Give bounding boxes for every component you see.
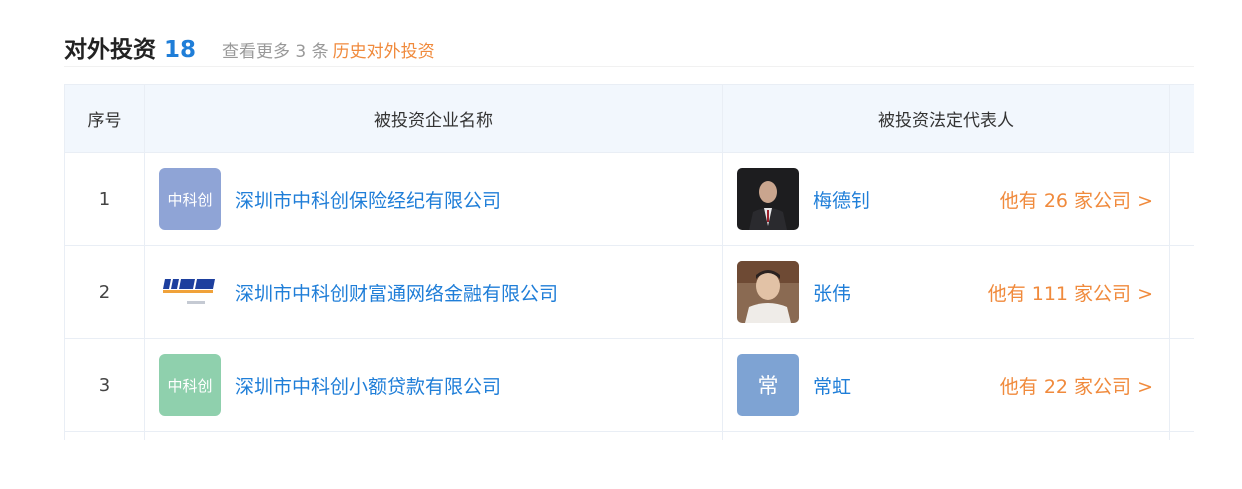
company-logo [159,261,221,323]
table-row: 3 中科创 深圳市中科创小额贷款有限公司 常 常虹 他有 22 家公司 > [64,338,1194,432]
row-index: 3 [64,338,145,432]
person-company-count-link[interactable]: 他有 22 家公司 > [1000,372,1153,399]
company-cell: 中科创 深圳市中科创小额贷款有限公司 [144,338,723,432]
legal-rep-cell: 张伟 他有 111 家公司 > [722,245,1170,339]
person-company-count-link[interactable]: 他有 111 家公司 > [988,279,1153,306]
section-header: 对外投资 18 查看更多 3 条 历史对外投资 [64,30,435,63]
view-more-text: 查看更多 3 条 [222,42,329,62]
column-header-extra [1169,84,1194,153]
legal-rep-cell: 常 常虹 他有 22 家公司 > [722,338,1170,432]
investment-section: 对外投资 18 查看更多 3 条 历史对外投资 序号 被投资企业名称 被投资法定… [0,0,1242,489]
row-index: 2 [64,245,145,339]
column-header-company: 被投资企业名称 [144,84,723,153]
company-logo: 中科创 [159,168,221,230]
row-index: 1 [64,152,145,246]
legal-rep-cell: 梅德钊 他有 26 家公司 > [722,152,1170,246]
person-name-link[interactable]: 张伟 [813,279,851,306]
extra-cell [1169,338,1194,432]
history-investment-link[interactable]: 历史对外投资 [333,37,435,62]
row-index [64,431,145,440]
company-name-link[interactable]: 深圳市中科创保险经纪有限公司 [235,186,501,213]
person-name-link[interactable]: 梅德钊 [813,186,870,213]
person-photo-avatar[interactable] [737,168,799,230]
person-company-count-link[interactable]: 他有 26 家公司 > [1000,186,1153,213]
table-row: 2 深圳市中科创财富通网络金融有限公司 张伟 他有 111 家公司 > [64,245,1194,339]
table-header-row: 序号 被投资企业名称 被投资法定代表人 [64,84,1194,153]
divider [64,66,1194,67]
company-name-link[interactable]: 深圳市中科创财富通网络金融有限公司 [235,279,558,306]
company-cell: 中科创 深圳市中科创保险经纪有限公司 [144,152,723,246]
table-row-partial [64,431,1194,440]
extra-cell [1169,431,1194,440]
extra-cell [1169,245,1194,339]
company-cell [144,431,723,440]
person-photo-avatar[interactable] [737,261,799,323]
company-cell: 深圳市中科创财富通网络金融有限公司 [144,245,723,339]
company-logo: 中科创 [159,354,221,416]
extra-cell [1169,152,1194,246]
investment-count: 18 [164,37,197,63]
table-row: 1 中科创 深圳市中科创保险经纪有限公司 梅德钊 他有 26 家公司 > [64,152,1194,246]
section-title: 对外投资 [64,37,156,63]
person-letter-avatar[interactable]: 常 [737,354,799,416]
investment-table: 序号 被投资企业名称 被投资法定代表人 1 中科创 深圳市中科创保险经纪有限公司 [64,84,1194,440]
legal-rep-cell [722,431,1170,440]
person-name-link[interactable]: 常虹 [813,372,851,399]
company-name-link[interactable]: 深圳市中科创小额贷款有限公司 [235,372,501,399]
column-header-index: 序号 [64,84,145,153]
column-header-legal-rep: 被投资法定代表人 [722,84,1170,153]
